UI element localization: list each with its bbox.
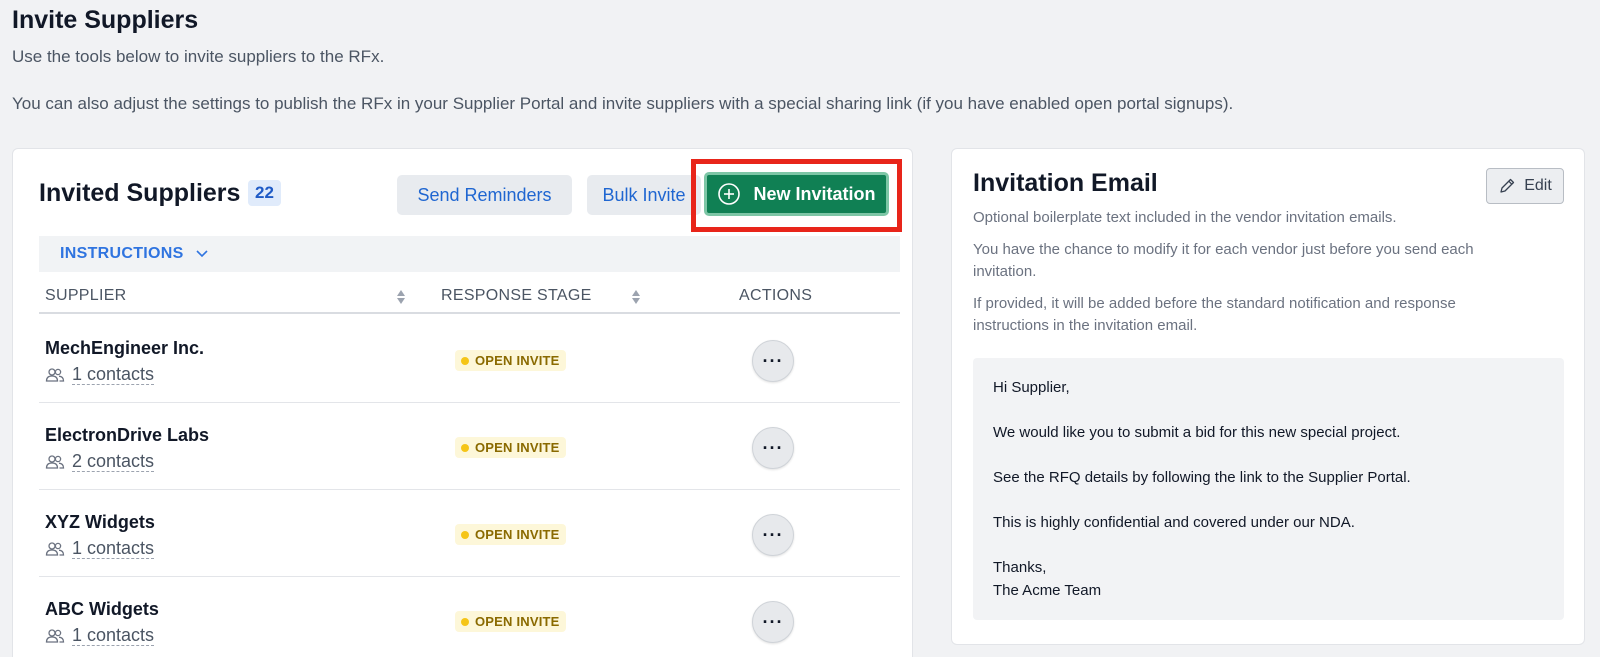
email-body-preview: Hi Supplier, We would like you to submit… <box>973 358 1564 620</box>
invitation-email-card: Invitation Email Edit Optional boilerpla… <box>951 148 1585 645</box>
users-icon <box>45 541 65 556</box>
table-row: MechEngineer Inc. 1 contacts OPEN INVITE… <box>39 316 900 403</box>
status-badge: OPEN INVITE <box>455 437 566 458</box>
sort-icon[interactable] <box>396 289 406 305</box>
supplier-name[interactable]: MechEngineer Inc. <box>45 338 204 359</box>
new-invitation-button[interactable]: New Invitation <box>704 172 889 216</box>
email-signature: The Acme Team <box>993 581 1102 599</box>
users-icon <box>45 628 65 643</box>
supplier-contacts[interactable]: 1 contacts <box>45 625 155 646</box>
status-badge: OPEN INVITE <box>455 524 566 545</box>
status-badge-label: OPEN INVITE <box>475 440 560 455</box>
email-greeting: Hi Supplier, <box>993 379 1070 396</box>
status-dot <box>461 356 469 365</box>
invited-count-badge: 22 <box>248 180 281 206</box>
new-invitation-label: New Invitation <box>753 183 876 204</box>
row-actions-button[interactable]: ··· <box>752 340 794 382</box>
contacts-count: 2 contacts <box>72 451 155 472</box>
supplier-contacts[interactable]: 1 contacts <box>45 364 155 385</box>
users-icon <box>45 367 65 382</box>
status-dot <box>461 617 469 626</box>
status-dot <box>461 530 469 539</box>
instructions-toggle[interactable]: INSTRUCTIONS <box>39 236 900 272</box>
table-row: ElectronDrive Labs 2 contacts OPEN INVIT… <box>39 403 900 490</box>
supplier-name[interactable]: ABC Widgets <box>45 599 159 620</box>
table-row: XYZ Widgets 1 contacts OPEN INVITE ··· <box>39 490 900 577</box>
email-description: You have the chance to modify it for eac… <box>973 241 1474 280</box>
email-line: We would like you to submit a bid for th… <box>993 424 1401 441</box>
row-actions-button[interactable]: ··· <box>752 601 794 643</box>
status-badge-label: OPEN INVITE <box>475 614 560 629</box>
status-dot <box>461 443 469 452</box>
email-line: This is highly confidential and covered … <box>993 514 1355 531</box>
bulk-invite-button[interactable]: Bulk Invite <box>587 175 701 215</box>
pencil-icon <box>1500 178 1515 193</box>
column-header-response-stage[interactable]: RESPONSE STAGE <box>441 287 592 305</box>
plus-circle-icon <box>718 183 741 205</box>
edit-label: Edit <box>1524 177 1552 194</box>
supplier-name[interactable]: XYZ Widgets <box>45 512 155 533</box>
column-header-actions: ACTIONS <box>739 287 813 304</box>
row-actions-button[interactable]: ··· <box>752 514 794 556</box>
table-header: SUPPLIER RESPONSE STAGE ACTIONS <box>39 281 900 314</box>
instructions-label: INSTRUCTIONS <box>60 245 184 262</box>
page-subtitle: Use the tools below to invite suppliers … <box>12 47 385 66</box>
status-badge: OPEN INVITE <box>455 350 566 371</box>
edit-button[interactable]: Edit <box>1486 168 1564 204</box>
invited-suppliers-title: Invited Suppliers <box>39 179 241 207</box>
table-row: ABC Widgets 1 contacts OPEN INVITE ··· <box>39 577 900 657</box>
chevron-down-icon <box>196 250 208 258</box>
supplier-contacts[interactable]: 2 contacts <box>45 451 155 472</box>
send-reminders-button[interactable]: Send Reminders <box>397 175 572 215</box>
status-badge-label: OPEN INVITE <box>475 353 560 368</box>
sort-icon[interactable] <box>631 289 641 305</box>
invited-suppliers-card: Invited Suppliers 22 Send Reminders Bulk… <box>12 148 913 657</box>
email-description: If provided, it will be added before the… <box>973 295 1456 334</box>
supplier-contacts[interactable]: 1 contacts <box>45 538 155 559</box>
page-title: Invite Suppliers <box>12 6 199 34</box>
email-line: See the RFQ details by following the lin… <box>993 469 1411 486</box>
users-icon <box>45 454 65 469</box>
status-badge: OPEN INVITE <box>455 611 566 632</box>
email-description: Optional boilerplate text included in th… <box>973 209 1397 226</box>
contacts-count: 1 contacts <box>72 364 155 385</box>
status-badge-label: OPEN INVITE <box>475 527 560 542</box>
contacts-count: 1 contacts <box>72 625 155 646</box>
page-subtitle-settings: You can also adjust the settings to publ… <box>12 94 1234 113</box>
invitation-email-title: Invitation Email <box>973 169 1158 197</box>
supplier-name[interactable]: ElectronDrive Labs <box>45 425 209 446</box>
contacts-count: 1 contacts <box>72 538 155 559</box>
column-header-supplier[interactable]: SUPPLIER <box>45 287 127 305</box>
row-actions-button[interactable]: ··· <box>752 427 794 469</box>
email-closing: Thanks, <box>993 559 1047 576</box>
